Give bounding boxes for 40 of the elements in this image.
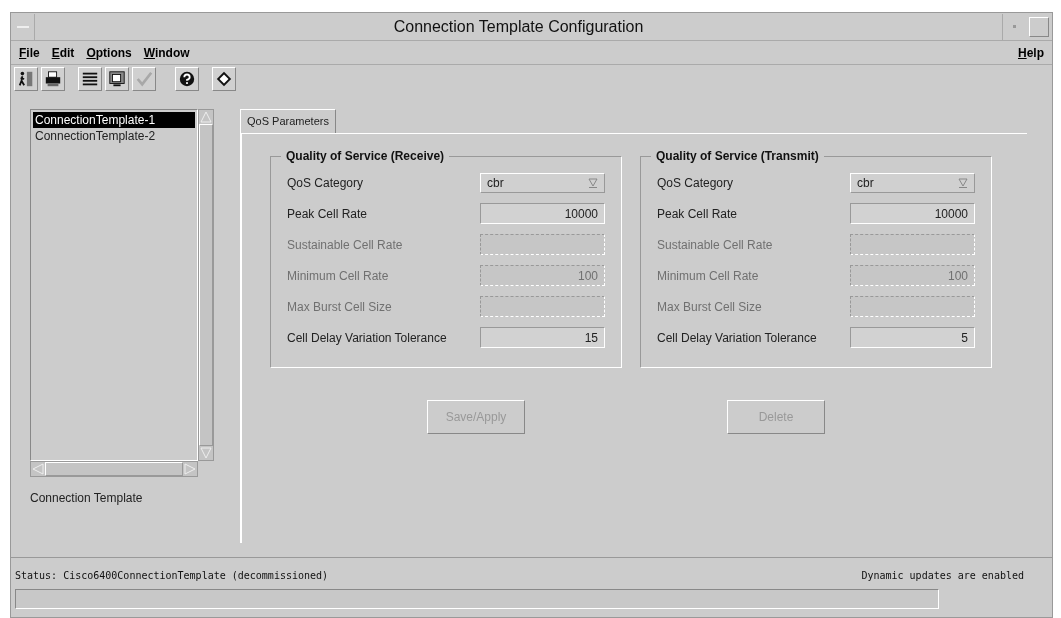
category-dropdown[interactable]: cbr <box>480 173 605 193</box>
group-title: Quality of Service (Receive) <box>281 149 450 163</box>
group-title: Quality of Service (Transmit) <box>651 149 824 163</box>
menu-item[interactable]: Edit <box>51 43 75 62</box>
field-label: Minimum Cell Rate <box>287 267 389 285</box>
dropdown-arrow-icon <box>958 178 968 188</box>
field-label: Minimum Cell Rate <box>657 267 759 285</box>
menu-item[interactable]: Window <box>143 43 190 62</box>
field-label: Sustainable Cell Rate <box>657 236 773 254</box>
menu-item[interactable]: File <box>19 43 40 62</box>
printer-icon[interactable] <box>41 67 65 91</box>
window-title: Connection Template Configuration <box>392 16 645 37</box>
status-text: Status: Cisco6400ConnectionTemplate (decommissioned) <box>15 569 329 583</box>
help-icon[interactable] <box>175 67 199 91</box>
field-label: Sustainable Cell Rate <box>287 236 403 254</box>
monitor-icon[interactable] <box>105 67 129 91</box>
list-caption: Connection Template <box>30 490 144 507</box>
value-field[interactable]: 5 <box>850 327 975 348</box>
field-label: Peak Cell Rate <box>657 205 738 223</box>
maximize-button[interactable] <box>1029 16 1049 37</box>
tab[interactable]: QoS Parameters <box>240 109 336 133</box>
menu-item[interactable]: Help <box>1018 43 1044 62</box>
value-field[interactable]: 10000 <box>480 203 605 224</box>
template-list-item[interactable]: ConnectionTemplate-1 <box>33 112 195 128</box>
field-label: Cell Delay Variation Tolerance <box>657 329 817 347</box>
field-label: Max Burst Cell Size <box>287 298 392 316</box>
updates-status: Dynamic updates are enabled <box>861 569 1024 583</box>
category-dropdown[interactable]: cbr <box>850 173 975 193</box>
field-label: Cell Delay Variation Tolerance <box>287 329 447 347</box>
field-label: Max Burst Cell Size <box>657 298 762 316</box>
field-label: QoS Category <box>287 175 364 192</box>
field-label: QoS Category <box>657 175 734 192</box>
list-icon[interactable] <box>78 67 102 91</box>
dropdown-arrow-icon <box>588 178 598 188</box>
template-list-item[interactable]: ConnectionTemplate-2 <box>33 128 195 144</box>
value-field[interactable]: 10000 <box>850 203 975 224</box>
walking-figure-icon[interactable] <box>14 67 38 91</box>
menu-item[interactable]: Options <box>86 43 132 62</box>
value-field[interactable]: 15 <box>480 327 605 348</box>
field-label: Peak Cell Rate <box>287 205 368 223</box>
